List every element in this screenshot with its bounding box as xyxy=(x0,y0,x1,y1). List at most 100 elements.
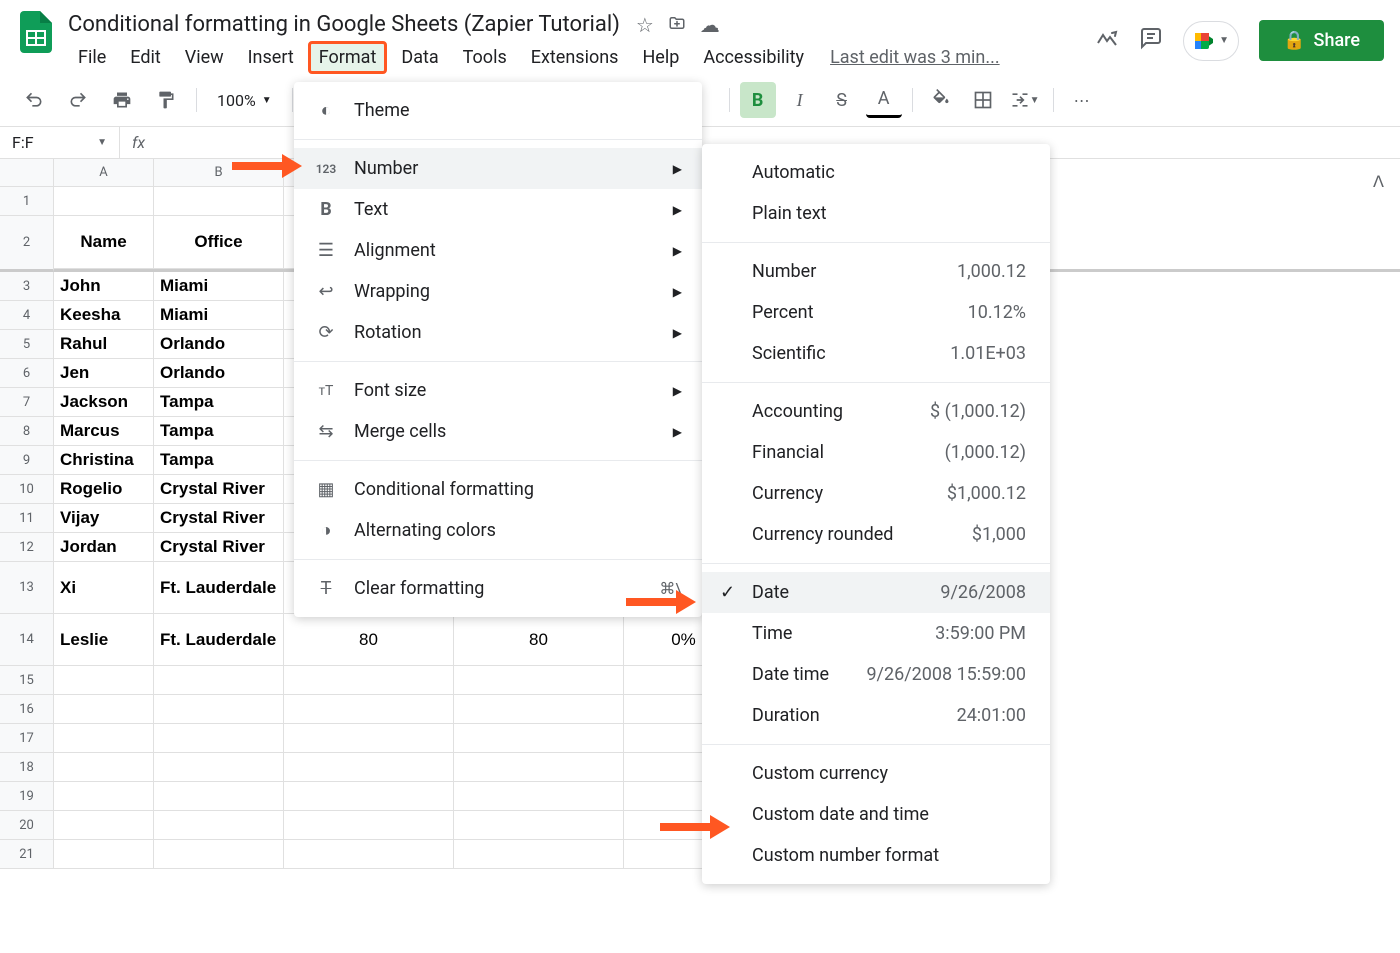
row-header[interactable]: 7 xyxy=(0,388,54,417)
cell[interactable] xyxy=(54,724,154,753)
cell[interactable]: Christina xyxy=(54,446,154,475)
cell[interactable] xyxy=(54,695,154,724)
menu-accessibility[interactable]: Accessibility xyxy=(693,41,814,74)
number-custom-datetime-item[interactable]: Custom date and time xyxy=(702,794,1050,835)
cell[interactable] xyxy=(454,811,624,840)
cell[interactable] xyxy=(154,782,284,811)
cell[interactable]: Marcus xyxy=(54,417,154,446)
format-wrapping-item[interactable]: ↩Wrapping▶ xyxy=(294,271,702,312)
row-header[interactable]: 6 xyxy=(0,359,54,388)
zoom-dropdown[interactable]: 100% ▼ xyxy=(209,91,280,110)
row-header[interactable]: 16 xyxy=(0,695,54,724)
cell[interactable]: Orlando xyxy=(154,330,284,359)
cell[interactable] xyxy=(454,753,624,782)
cell[interactable] xyxy=(154,811,284,840)
row-header[interactable]: 18 xyxy=(0,753,54,782)
cell[interactable] xyxy=(54,811,154,840)
cell[interactable]: Jen xyxy=(54,359,154,388)
menu-help[interactable]: Help xyxy=(632,41,689,74)
merge-button[interactable]: ▼ xyxy=(1007,82,1043,118)
row-header[interactable]: 15 xyxy=(0,666,54,695)
cloud-icon[interactable]: ☁ xyxy=(700,13,720,37)
row-header[interactable]: 21 xyxy=(0,840,54,869)
bold-button[interactable]: B xyxy=(740,82,776,118)
cell[interactable] xyxy=(54,753,154,782)
fill-color-button[interactable] xyxy=(923,82,959,118)
cell[interactable] xyxy=(154,666,284,695)
strikethrough-button[interactable]: S xyxy=(824,82,860,118)
cell[interactable]: Jordan xyxy=(54,533,154,562)
cell[interactable]: Leslie xyxy=(54,614,154,666)
cell[interactable] xyxy=(154,187,284,216)
cell[interactable] xyxy=(54,666,154,695)
move-icon[interactable] xyxy=(668,13,686,37)
format-conditional-item[interactable]: ▦Conditional formatting xyxy=(294,469,702,510)
col-header-a[interactable]: A xyxy=(54,159,154,187)
cell[interactable] xyxy=(284,753,454,782)
more-button[interactable]: ⋯ xyxy=(1064,82,1100,118)
format-number-item[interactable]: 123Number▶ xyxy=(294,148,702,189)
cell[interactable]: Xi xyxy=(54,562,154,614)
number-datetime-item[interactable]: Date time9/26/2008 15:59:00 xyxy=(702,654,1050,695)
menu-edit[interactable]: Edit xyxy=(120,41,170,74)
cell[interactable]: Rogelio xyxy=(54,475,154,504)
menu-format[interactable]: Format xyxy=(308,41,388,74)
undo-button[interactable] xyxy=(16,82,52,118)
star-icon[interactable]: ☆ xyxy=(636,13,654,37)
number-plaintext-item[interactable]: Plain text xyxy=(702,193,1050,234)
row-header[interactable]: 13 xyxy=(0,562,54,614)
redo-button[interactable] xyxy=(60,82,96,118)
cell-reference-input[interactable]: F:F ▼ xyxy=(0,127,120,158)
number-time-item[interactable]: Time3:59:00 PM xyxy=(702,613,1050,654)
format-text-item[interactable]: BText▶ xyxy=(294,189,702,230)
cell[interactable] xyxy=(454,666,624,695)
number-accounting-item[interactable]: Accounting$ (1,000.12) xyxy=(702,391,1050,432)
menu-view[interactable]: View xyxy=(175,41,234,74)
cell[interactable]: Vijay xyxy=(54,504,154,533)
cell[interactable]: Jackson xyxy=(54,388,154,417)
cell[interactable]: Crystal River xyxy=(154,504,284,533)
menu-data[interactable]: Data xyxy=(391,41,448,74)
borders-button[interactable] xyxy=(965,82,1001,118)
format-alignment-item[interactable]: ☰Alignment▶ xyxy=(294,230,702,271)
format-merge-item[interactable]: ⇆Merge cells▶ xyxy=(294,411,702,452)
row-header[interactable]: 12 xyxy=(0,533,54,562)
row-header[interactable]: 9 xyxy=(0,446,54,475)
number-number-item[interactable]: Number1,000.12 xyxy=(702,251,1050,292)
cell[interactable]: Keesha xyxy=(54,301,154,330)
menu-tools[interactable]: Tools xyxy=(453,41,517,74)
last-edit-link[interactable]: Last edit was 3 min... xyxy=(830,47,1000,68)
cell[interactable] xyxy=(54,840,154,869)
number-financial-item[interactable]: Financial(1,000.12) xyxy=(702,432,1050,473)
number-currency-item[interactable]: Currency$1,000.12 xyxy=(702,473,1050,514)
cell[interactable] xyxy=(454,724,624,753)
print-button[interactable] xyxy=(104,82,140,118)
cell[interactable] xyxy=(284,724,454,753)
menu-insert[interactable]: Insert xyxy=(238,41,304,74)
activity-icon[interactable] xyxy=(1095,26,1119,56)
cell[interactable] xyxy=(54,782,154,811)
format-alternating-item[interactable]: ◑Alternating colors xyxy=(294,510,702,551)
sheets-logo[interactable] xyxy=(16,8,56,56)
row-header[interactable]: 1 xyxy=(0,187,54,216)
cell[interactable]: Miami xyxy=(154,301,284,330)
format-fontsize-item[interactable]: ᴛTFont size▶ xyxy=(294,370,702,411)
text-color-button[interactable]: A xyxy=(866,82,902,118)
cell[interactable]: Tampa xyxy=(154,388,284,417)
comments-icon[interactable] xyxy=(1139,26,1163,56)
cell[interactable]: Office xyxy=(154,216,284,269)
cell[interactable]: John xyxy=(54,272,154,301)
number-percent-item[interactable]: Percent10.12% xyxy=(702,292,1050,333)
cell[interactable] xyxy=(284,666,454,695)
select-all-corner[interactable] xyxy=(0,159,54,187)
share-button[interactable]: 🔒 Share xyxy=(1259,20,1384,61)
number-currency-rounded-item[interactable]: Currency rounded$1,000 xyxy=(702,514,1050,555)
cell[interactable]: Crystal River xyxy=(154,475,284,504)
row-header[interactable]: 17 xyxy=(0,724,54,753)
format-rotation-item[interactable]: ⟳Rotation▶ xyxy=(294,312,702,353)
number-scientific-item[interactable]: Scientific1.01E+03 xyxy=(702,333,1050,374)
row-header[interactable]: 8 xyxy=(0,417,54,446)
cell[interactable]: Crystal River xyxy=(154,533,284,562)
row-header[interactable]: 10 xyxy=(0,475,54,504)
format-theme-item[interactable]: ◐Theme xyxy=(294,90,702,131)
